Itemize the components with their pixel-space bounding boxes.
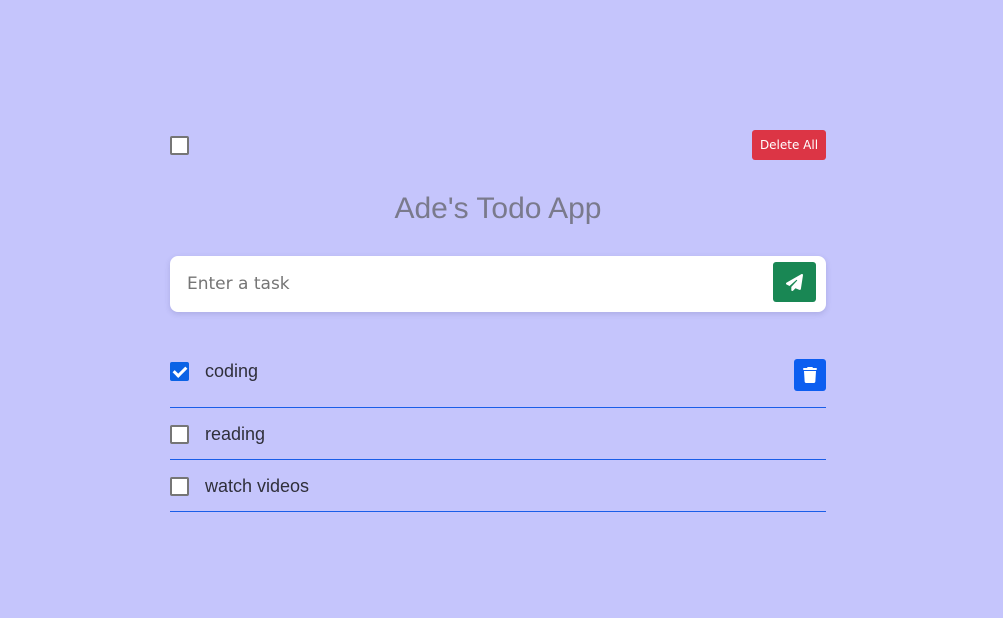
trash-icon bbox=[803, 367, 817, 383]
select-all-checkbox[interactable] bbox=[170, 136, 189, 155]
todo-app: Delete All Ade's Todo App coding reading bbox=[170, 130, 826, 512]
task-checkbox[interactable] bbox=[170, 425, 189, 444]
task-text: coding bbox=[205, 361, 259, 381]
task-checkbox[interactable] bbox=[170, 362, 189, 381]
task-input-card bbox=[170, 256, 826, 312]
toolbar: Delete All bbox=[170, 130, 826, 160]
paper-plane-icon bbox=[786, 273, 803, 291]
app-title: Ade's Todo App bbox=[394, 192, 602, 225]
task-text: watch videos bbox=[205, 476, 310, 496]
add-task-button[interactable] bbox=[773, 262, 816, 302]
task-checkbox[interactable] bbox=[170, 477, 189, 496]
task-input[interactable] bbox=[187, 270, 757, 298]
task-item: watch videos bbox=[170, 460, 826, 512]
task-text: reading bbox=[205, 424, 266, 444]
delete-task-button[interactable] bbox=[794, 359, 826, 391]
delete-all-button[interactable]: Delete All bbox=[752, 130, 826, 160]
task-item: coding bbox=[170, 339, 826, 408]
task-item: reading bbox=[170, 408, 826, 460]
task-list: coding reading watch videos bbox=[170, 339, 826, 512]
